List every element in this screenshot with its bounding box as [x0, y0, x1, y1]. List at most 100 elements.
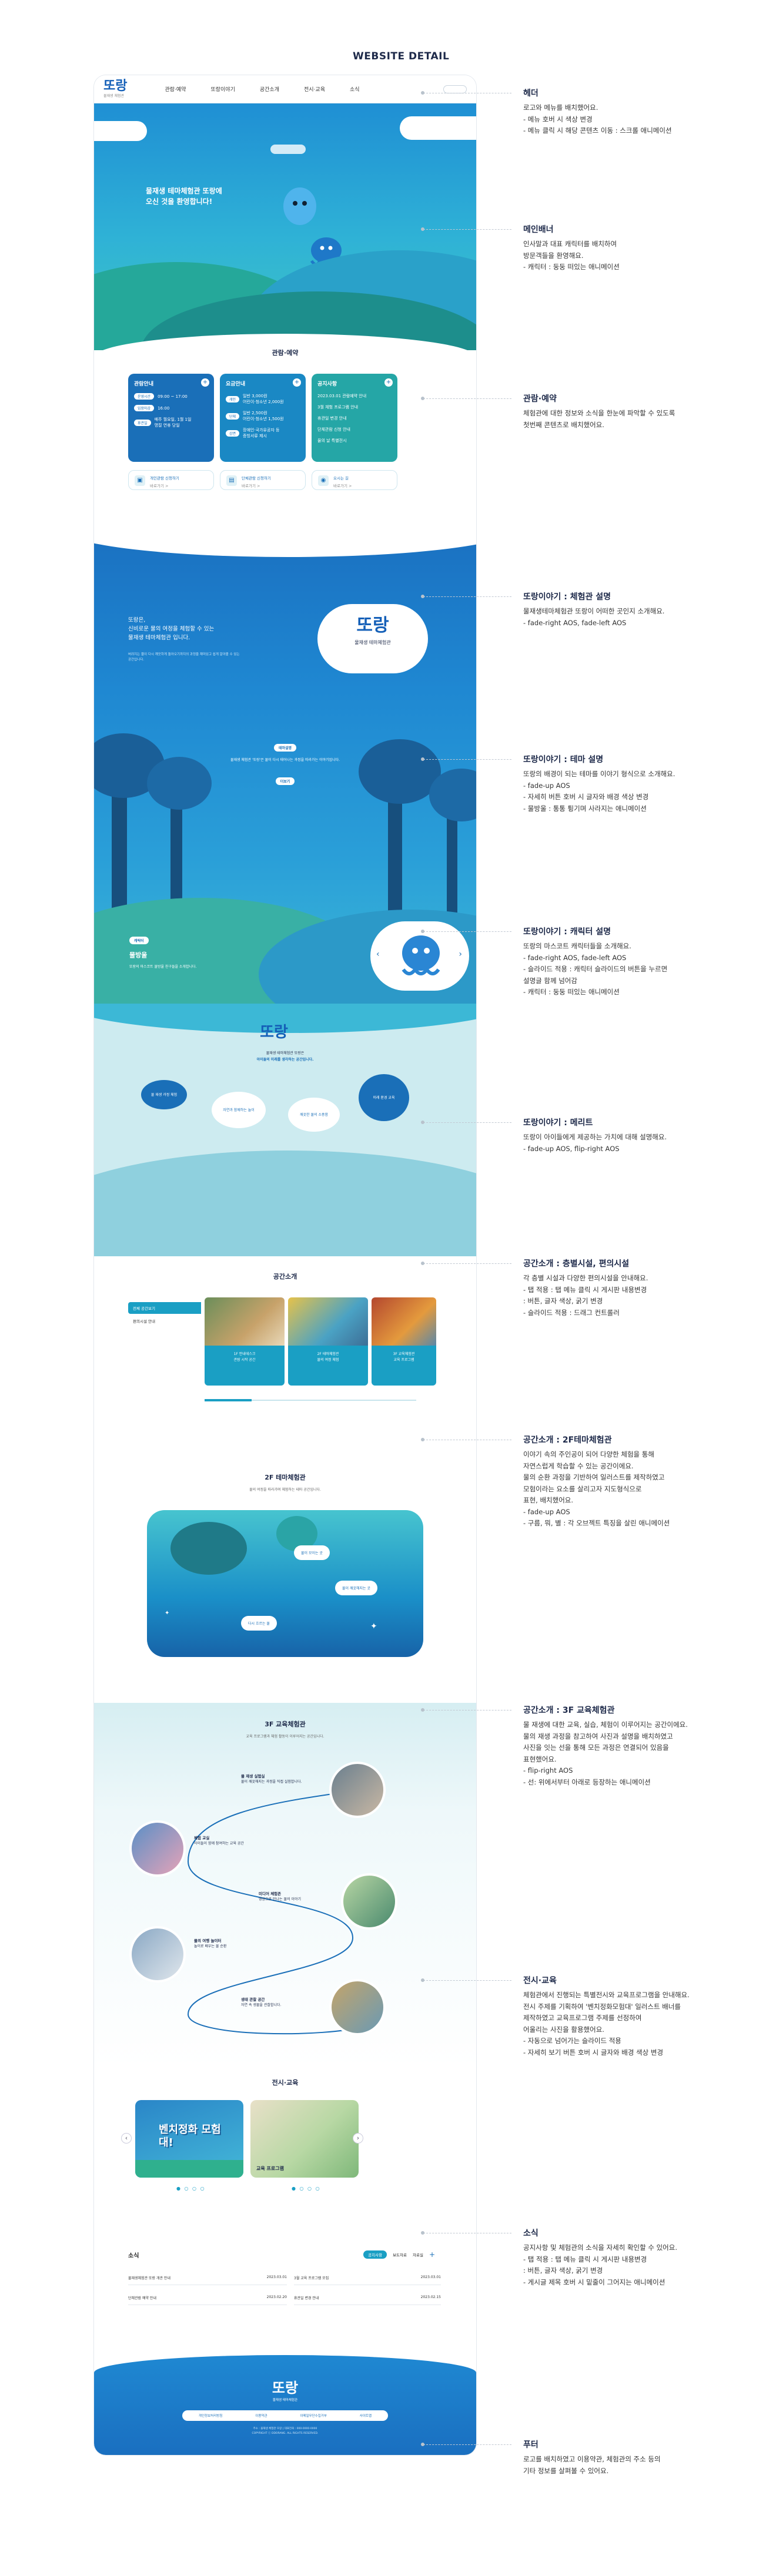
connector-dot: [421, 397, 424, 400]
news-row[interactable]: 물재생체험관 또랑 개관 안내 2023.03.01: [128, 2275, 287, 2285]
slider-dots[interactable]: ● ○ ○ ○: [292, 2186, 321, 2191]
annotation-text: 또랑이 아이들에게 제공하는 가치에 대해 설명해요. - fade-up AO…: [523, 1133, 667, 1153]
plus-icon[interactable]: +: [384, 378, 393, 387]
annotation-block: 푸터 로고를 배치하였고 이용약관, 체험관의 주소 등의 기타 정보를 살펴볼 …: [523, 2439, 747, 2477]
connector-line: [423, 1980, 511, 1981]
section-title: 2F 테마체험관: [265, 1474, 306, 1481]
connector-line: [423, 1122, 511, 1123]
connector-line: [423, 2444, 511, 2445]
space-thumb[interactable]: 3F 교육체험관 교육 프로그램: [372, 1297, 436, 1386]
f3-caption-desc: 물이 깨끗해지는 과정을 직접 실험합니다.: [241, 1780, 302, 1785]
notice-row[interactable]: 단체관람 신청 안내: [317, 427, 392, 432]
exhibit-card[interactable]: 교육 프로그램: [250, 2100, 359, 2178]
footer-link[interactable]: 개인정보처리방침: [199, 2413, 222, 2418]
merit-line: 아이들의 미래를 생각하는 공간입니다.: [256, 1057, 314, 1062]
cloud: [400, 116, 476, 140]
section-title: 3F 교육체험관: [265, 1720, 306, 1728]
map-label[interactable]: 다시 흐르는 물: [241, 1616, 277, 1631]
chevron-left-icon[interactable]: ‹: [376, 950, 380, 959]
floor3-section: 3F 교육체험관 교육 프로그램과 체험 활동이 이루어지는 공간입니다. 물 …: [94, 1703, 476, 2067]
row-value: 일반 2,500원 어린이·청소년 1,500원: [243, 411, 284, 421]
notice-text: 3월 체험 프로그램 안내: [317, 405, 359, 410]
space-section: 공간소개 전체 공간보기 편의시설 안내 1F 안내데스크 관람 시작 공간 2…: [94, 1256, 476, 1462]
quick-link-group[interactable]: ▤ 단체관람 신청하기 바로가기 >: [220, 470, 306, 490]
exhibit-card[interactable]: 벤치정화 모험대!: [135, 2100, 243, 2178]
news-row[interactable]: 휴관일 변경 안내 2023.02.15: [294, 2295, 441, 2305]
space-photo: [372, 1297, 436, 1346]
logo-sub: 물재생 체험관: [103, 94, 125, 98]
merit-disc: 깨끗한 물의 소중함: [288, 1098, 340, 1132]
f3-caption-desc: 놀이로 배우는 물 순환: [194, 1944, 227, 1949]
nav-item[interactable]: 소식: [350, 85, 360, 93]
section-sub: 물의 여정을 따라가며 체험하는 테마 공간입니다.: [249, 1488, 321, 1492]
tree-top: [359, 739, 441, 804]
row-value: 16:00: [158, 405, 170, 411]
story-intro: 또랑은, 신비로운 물의 여정을 체험할 수 있는 물재생 테마체험관 입니다.: [128, 617, 215, 642]
notice-row[interactable]: 물의 날 특별전시: [317, 438, 392, 444]
nav-item[interactable]: 전시·교육: [304, 85, 325, 93]
notice-row[interactable]: 휴관일 변경 안내: [317, 415, 392, 421]
theme-more-button[interactable]: 더보기: [275, 777, 295, 786]
character-illustration: [402, 935, 440, 975]
annotation-block: 전시·교육 체험관에서 진행되는 특별전시와 교육프로그램을 안내해요. 전시 주…: [523, 1974, 747, 2058]
quick-link-directions[interactable]: ◉ 오시는 길 바로가기 >: [312, 470, 397, 490]
chevron-right-icon[interactable]: ›: [353, 2133, 363, 2144]
annotation-text: 인사말과 대표 캐릭터를 배치하여 방문객들을 환영해요. - 캐릭터 : 둥둥…: [523, 240, 620, 271]
connector-line: [423, 398, 511, 399]
slider-handle[interactable]: [205, 1399, 252, 1401]
connector-dot: [421, 2231, 424, 2235]
annotation-text: 이야기 속의 주인공이 되어 다양한 체험을 통해 자연스럽게 학습할 수 있는…: [523, 1450, 670, 1528]
quick-sub: 바로가기 >: [242, 484, 260, 488]
annotation-title: 공간소개 : 3F 교육체험관: [523, 1706, 615, 1715]
space-thumb[interactable]: 1F 안내데스크 관람 시작 공간: [205, 1297, 285, 1386]
annotation-title: 관람·예약: [523, 394, 557, 404]
tab-press[interactable]: 보도자료: [393, 2252, 407, 2258]
f3-caption: 체험 교실 아이들이 함께 참여하는 교육 공간: [194, 1835, 244, 1847]
connector-line: [423, 931, 511, 932]
row-value: 09:00 ~ 17:00: [158, 394, 188, 399]
section-title: 공간소개: [273, 1273, 297, 1280]
annotation-title: 또랑이야기 : 테마 설명: [523, 755, 604, 764]
tab-all[interactable]: 전체 공간보기: [128, 1302, 201, 1314]
header-button[interactable]: [443, 85, 467, 93]
news-title: 3월 교육 프로그램 모집: [294, 2276, 329, 2280]
slider-dots[interactable]: ● ○ ○ ○: [176, 2186, 206, 2191]
map-label[interactable]: 물이 깨끗해지는 곳: [335, 1581, 377, 1595]
news-date: 2023.03.01: [266, 2275, 287, 2279]
info-card: + 관람안내 운영시간 09:00 ~ 17:00 입장마감 16:00 휴관일 매주…: [128, 374, 214, 462]
annotation-title: 푸터: [523, 2440, 538, 2450]
news-row[interactable]: 단체관람 예약 안내 2023.02.20: [128, 2295, 287, 2305]
nav-item[interactable]: 관람·예약: [165, 85, 186, 93]
annotation-block: 메인배너 인사말과 대표 캐릭터를 배치하여 방문객들을 환영해요. - 캐릭터 …: [523, 223, 747, 273]
banner-greeting: 물재생 테마체험관 또랑에 오신 것을 환영합니다!: [146, 187, 222, 206]
notice-row[interactable]: 3월 체험 프로그램 안내: [317, 404, 392, 410]
tab-notice[interactable]: 공지사항: [363, 2250, 387, 2259]
quick-label: 오시는 길: [333, 476, 349, 481]
merit-disc: 자연과 함께하는 놀이: [212, 1092, 266, 1128]
footer-link[interactable]: 사이트맵: [360, 2413, 372, 2418]
tab-amenity[interactable]: 편의시설 안내: [128, 1314, 201, 1328]
site-logo[interactable]: 또랑 물재생 체험관: [103, 80, 127, 99]
plus-icon[interactable]: +: [429, 2250, 435, 2259]
news-title: 물재생체험관 또랑 개관 안내: [128, 2276, 170, 2280]
site-footer: 또랑 물재생 테마체험관 개인정보처리방침 이용약관 이메일무단수집거부 사이트…: [94, 2355, 476, 2455]
character-name: 물방울: [129, 951, 148, 959]
floor2-section: 2F 테마체험관 물의 여정을 따라가며 체험하는 테마 공간입니다. 물이 모…: [94, 1462, 476, 1703]
footer-link[interactable]: 이용약관: [255, 2413, 267, 2418]
nav-item[interactable]: 공간소개: [260, 85, 279, 93]
plus-icon[interactable]: +: [293, 378, 301, 387]
annotation-text: 물재생테마체험관 또랑이 어떠한 곳인지 소개해요. - fade-right …: [523, 607, 665, 627]
notice-row[interactable]: 2023.03.01 관람예약 안내: [317, 393, 392, 399]
chevron-right-icon[interactable]: ›: [459, 950, 462, 959]
map-label[interactable]: 물이 모이는 곳: [294, 1545, 330, 1560]
f3-caption: 물 재생 실험실 물이 깨끗해지는 과정을 직접 실험합니다.: [241, 1773, 302, 1785]
quick-link-individual[interactable]: ▣ 개인관람 신청하기 바로가기 >: [128, 470, 214, 490]
space-thumb[interactable]: 2F 테마체험관 물의 여정 체험: [288, 1297, 368, 1386]
connector-dot: [421, 227, 424, 231]
tab-archive[interactable]: 자료실: [413, 2252, 423, 2258]
nav-item[interactable]: 또랑이야기: [210, 85, 235, 93]
plus-icon[interactable]: +: [201, 378, 209, 387]
chevron-left-icon[interactable]: ‹: [121, 2133, 132, 2144]
news-row[interactable]: 3월 교육 프로그램 모집 2023.03.01: [294, 2275, 441, 2285]
footer-link[interactable]: 이메일무단수집거부: [300, 2413, 327, 2418]
